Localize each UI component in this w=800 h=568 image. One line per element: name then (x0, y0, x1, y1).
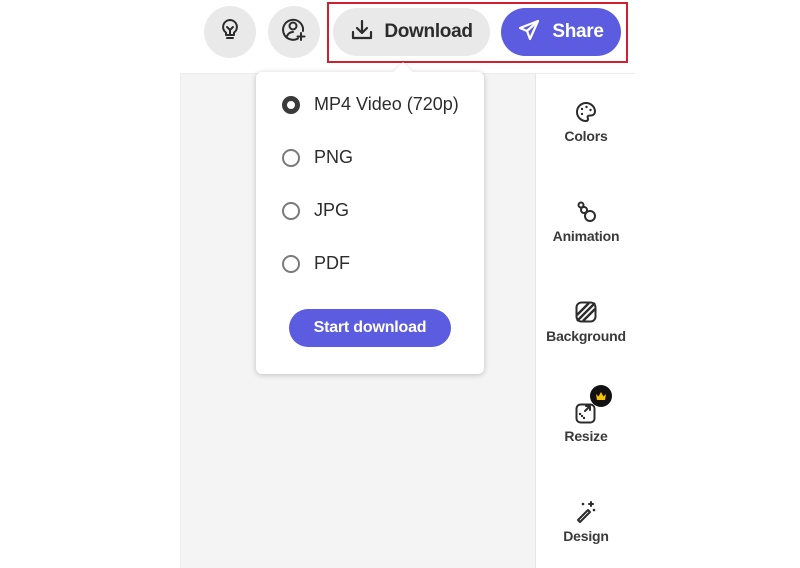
option-label: MP4 Video (720p) (314, 94, 459, 114)
right-sidebar: Colors Animation Background Resize Desig… (535, 74, 635, 568)
start-download-button[interactable]: Start download (289, 309, 451, 347)
sidebar-label: Colors (564, 128, 608, 144)
sidebar-label: Design (563, 528, 609, 544)
sidebar-item-background[interactable]: Background (536, 299, 636, 344)
share-label: Share (552, 21, 604, 42)
option-label: PDF (314, 253, 350, 273)
sidebar-label: Animation (552, 228, 620, 244)
format-option-jpg[interactable]: JPG (282, 200, 349, 221)
download-button[interactable]: Download (333, 8, 490, 56)
animation-icon (573, 199, 599, 225)
radio-unselected[interactable] (282, 254, 300, 273)
format-option-pdf[interactable]: PDF (282, 253, 350, 274)
popover-caret (393, 62, 413, 82)
option-label: JPG (314, 200, 350, 220)
send-icon (518, 19, 540, 46)
download-label: Download (384, 21, 473, 42)
lightbulb-icon (219, 18, 241, 47)
sidebar-item-colors[interactable]: Colors (536, 99, 636, 144)
invite-button[interactable] (268, 6, 320, 58)
sidebar-item-design[interactable]: Design (536, 499, 636, 544)
premium-crown-badge (590, 385, 612, 407)
magic-wand-icon (573, 499, 599, 525)
resize-icon (573, 385, 612, 425)
background-icon (573, 299, 599, 325)
palette-icon (573, 99, 599, 125)
radio-selected[interactable] (282, 95, 300, 114)
share-button[interactable]: Share (501, 8, 621, 56)
sidebar-item-resize[interactable]: Resize (536, 385, 636, 444)
add-user-icon (281, 17, 307, 48)
download-menu: MP4 Video (720p) PNG JPG PDF Start downl… (256, 62, 484, 374)
ideas-button[interactable] (204, 6, 256, 58)
format-option-mp4[interactable]: MP4 Video (720p) (282, 94, 459, 115)
app-stage: Download Share MP4 Video (720p) PNG JPG … (0, 0, 800, 568)
download-icon (350, 18, 374, 47)
crown-icon (596, 392, 606, 400)
format-option-png[interactable]: PNG (282, 147, 353, 168)
sidebar-item-animation[interactable]: Animation (536, 199, 636, 244)
sidebar-label: Background (546, 328, 626, 344)
radio-unselected[interactable] (282, 148, 300, 167)
radio-unselected[interactable] (282, 201, 300, 220)
option-label: PNG (314, 147, 354, 167)
sidebar-label: Resize (564, 428, 608, 444)
